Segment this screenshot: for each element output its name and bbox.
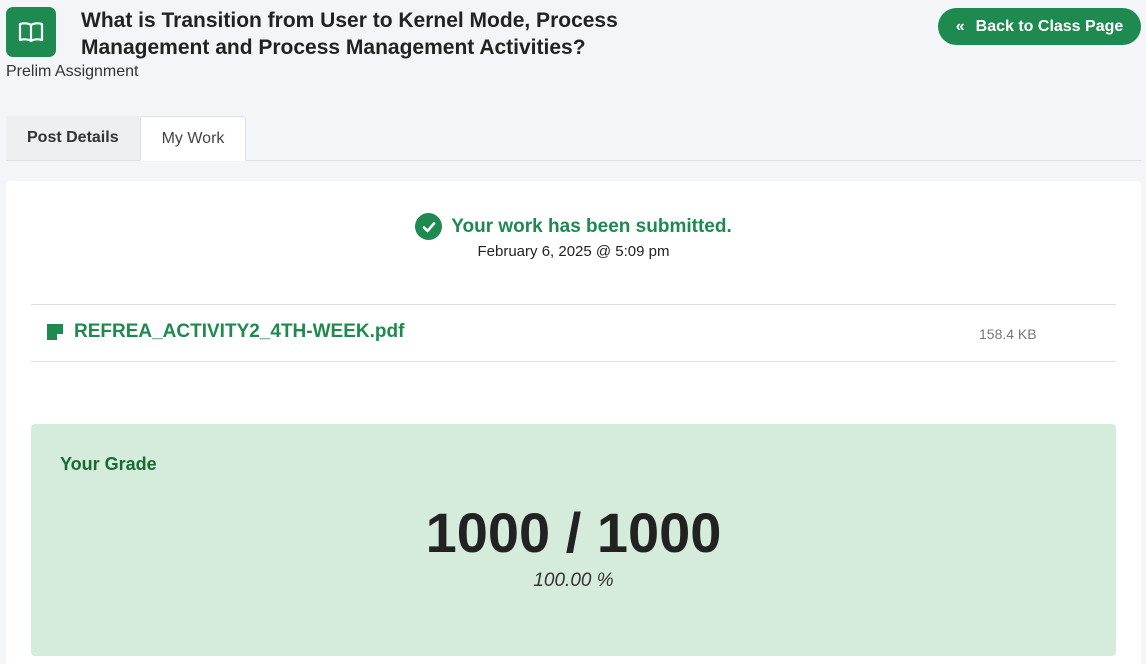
- page-title: What is Transition from User to Kernel M…: [81, 9, 618, 59]
- tab-bar: Post Details My Work: [6, 116, 1141, 161]
- double-chevron-left-icon: «: [955, 17, 965, 35]
- submission-status: Your work has been submitted.: [6, 213, 1141, 240]
- page-subtitle: Prelim Assignment: [6, 63, 139, 80]
- submission-status-text: Your work has been submitted.: [451, 215, 732, 237]
- book-open-icon: [6, 7, 56, 57]
- check-circle-icon: [415, 213, 443, 240]
- file-icon: [46, 323, 64, 341]
- grade-score: 1000 / 1000: [425, 501, 722, 564]
- back-to-class-button[interactable]: « Back to Class Page: [938, 8, 1141, 45]
- grade-percent: 100.00 %: [533, 570, 614, 591]
- tab-post-details[interactable]: Post Details: [6, 116, 140, 160]
- back-button-label: Back to Class Page: [975, 17, 1124, 35]
- submission-date: February 6, 2025 @ 5:09 pm: [477, 243, 670, 260]
- my-work-panel: Your work has been submitted. February 6…: [6, 181, 1141, 664]
- page-header: What is Transition from User to Kernel M…: [0, 0, 1146, 100]
- tab-my-work[interactable]: My Work: [139, 116, 247, 161]
- file-link[interactable]: REFREA_ACTIVITY2_4TH-WEEK.pdf: [74, 321, 404, 343]
- grade-label: Your Grade: [60, 454, 157, 474]
- grade-panel: Your Grade 1000 / 1000 100.00 %: [31, 424, 1116, 656]
- file-size: 158.4 KB: [979, 326, 1037, 342]
- attached-file-row: REFREA_ACTIVITY2_4TH-WEEK.pdf 158.4 KB: [31, 304, 1116, 362]
